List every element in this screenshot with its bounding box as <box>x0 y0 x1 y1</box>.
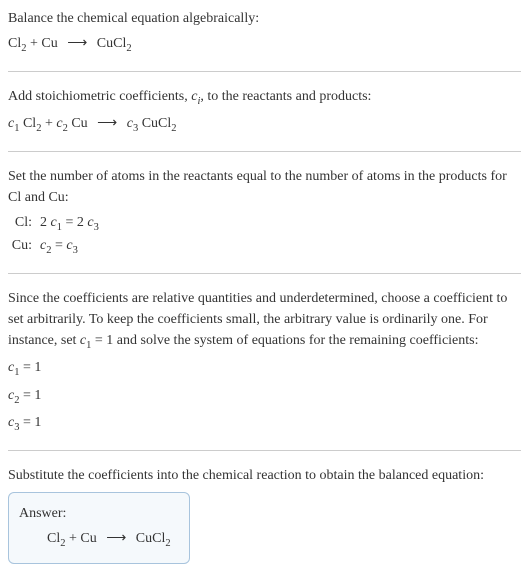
step2-section: Set the number of atoms in the reactants… <box>8 166 521 259</box>
divider <box>8 71 521 72</box>
step3-text: Since the coefficients are relative quan… <box>8 288 521 354</box>
atom-label-cl: Cl: <box>8 212 40 233</box>
step1-text: Add stoichiometric coefficients, ci, to … <box>8 86 521 110</box>
step4-text: Substitute the coefficients into the che… <box>8 465 521 486</box>
arrow-icon: ⟶ <box>67 36 87 51</box>
arrow-icon: ⟶ <box>97 116 117 131</box>
arrow-icon: ⟶ <box>106 531 126 546</box>
cl-lhs-coef: 2 <box>40 215 51 230</box>
intro-text: Balance the chemical equation algebraica… <box>8 8 521 29</box>
solution-c3: c3 = 1 <box>8 412 521 436</box>
ans-cl: Cl <box>47 531 60 546</box>
intro-equation: Cl2 + Cu ⟶ CuCl2 <box>8 33 521 57</box>
cu-eq: = <box>51 238 66 253</box>
sol1-val: = 1 <box>19 360 41 375</box>
step1-equation: c1 Cl2 + c2 Cu ⟶ c3 CuCl2 <box>8 113 521 137</box>
step1-before: Add stoichiometric coefficients, <box>8 89 191 104</box>
atom-row-cl: Cl: 2 c1 = 2 c3 <box>8 212 521 236</box>
step1-section: Add stoichiometric coefficients, ci, to … <box>8 86 521 137</box>
divider <box>8 450 521 451</box>
intro-section: Balance the chemical equation algebraica… <box>8 8 521 57</box>
atom-eq-cl: 2 c1 = 2 c3 <box>40 212 99 236</box>
step3-mid: = 1 and solve the system of equations fo… <box>91 333 478 348</box>
intro-cl: Cl <box>8 36 21 51</box>
s1-sp1: Cl <box>19 116 36 131</box>
atom-label-cu: Cu: <box>8 235 40 256</box>
sol3-val: = 1 <box>19 415 41 430</box>
step2-text: Set the number of atoms in the reactants… <box>8 166 521 208</box>
solution-c1: c1 = 1 <box>8 357 521 381</box>
answer-equation: Cl2 + Cu ⟶ CuCl2 <box>19 528 171 552</box>
ans-sub2: 2 <box>165 538 170 549</box>
ans-product: CuCl <box>132 531 165 546</box>
s1-sp4: CuCl <box>138 116 171 131</box>
cu-rhs-sub: 3 <box>73 245 78 256</box>
atom-row-cu: Cu: c2 = c3 <box>8 235 521 259</box>
step4-section: Substitute the coefficients into the che… <box>8 465 521 565</box>
sol2-val: = 1 <box>19 388 41 403</box>
s1-plus: + <box>41 116 56 131</box>
atom-eq-cu: c2 = c3 <box>40 235 78 259</box>
atom-table: Cl: 2 c1 = 2 c3 Cu: c2 = c3 <box>8 212 521 259</box>
s1-cuclsub: 2 <box>171 123 176 134</box>
intro-product: CuCl <box>93 36 126 51</box>
step3-section: Since the coefficients are relative quan… <box>8 288 521 436</box>
cl-rhs-sub: 3 <box>94 221 99 232</box>
answer-label: Answer: <box>19 503 171 524</box>
s1-sp2: Cu <box>68 116 91 131</box>
cl-eq: = 2 <box>62 215 87 230</box>
divider <box>8 151 521 152</box>
divider <box>8 273 521 274</box>
intro-plus: + Cu <box>26 36 61 51</box>
ans-plus: + Cu <box>65 531 100 546</box>
intro-sub2: 2 <box>126 43 131 54</box>
solution-c2: c2 = 1 <box>8 385 521 409</box>
answer-box: Answer: Cl2 + Cu ⟶ CuCl2 <box>8 492 190 565</box>
step1-after: , to the reactants and products: <box>200 89 371 104</box>
